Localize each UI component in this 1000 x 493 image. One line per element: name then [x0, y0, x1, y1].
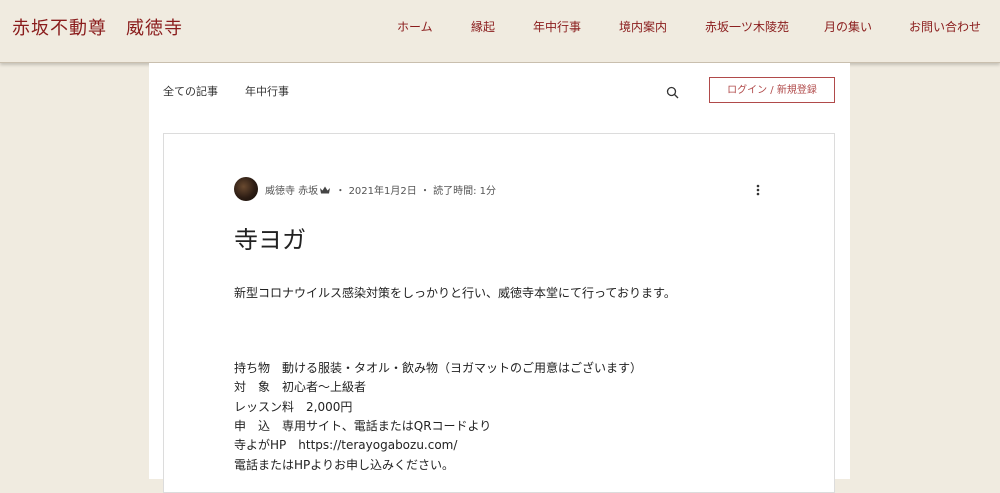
more-options-icon[interactable] — [752, 182, 764, 196]
nav-engi[interactable]: 縁起 — [471, 18, 495, 35]
post-meta: 威徳寺 赤坂 ・ 2021年1月2日 ・ 読了時間: 1分 — [265, 182, 496, 197]
main-nav: ホーム 縁起 年中行事 境内案内 赤坂一ツ木陵苑 月の集い お問い合わせ — [0, 18, 1000, 38]
read-time: 読了時間: 1分 — [433, 186, 497, 197]
meta-separator: ・ — [335, 186, 346, 197]
post-card: 威徳寺 赤坂 ・ 2021年1月2日 ・ 読了時間: 1分 寺ヨガ 新型コロナウ… — [163, 133, 835, 493]
detail-how-to-apply: 電話またはHPよりお申し込みください。 — [234, 458, 455, 472]
crown-icon — [320, 186, 331, 194]
author-avatar[interactable] — [234, 177, 258, 201]
detail-items: 持ち物 動ける服装・タオル・飲み物（ヨガマットのご用意はございます） — [234, 361, 643, 375]
meta-separator: ・ — [419, 186, 430, 197]
login-signup-button[interactable]: ログイン / 新規登録 — [709, 77, 835, 103]
post-date: 2021年1月2日 — [348, 186, 417, 197]
nav-annual-events[interactable]: 年中行事 — [533, 18, 581, 35]
detail-website: 寺よがHP https://terayogabozu.com/ — [234, 438, 458, 452]
tab-annual-events[interactable]: 年中行事 — [245, 83, 289, 99]
author-name[interactable]: 威徳寺 赤坂 — [265, 186, 318, 197]
tab-all-posts[interactable]: 全ての記事 — [163, 83, 218, 99]
search-icon[interactable] — [666, 85, 680, 99]
post-title: 寺ヨガ — [234, 226, 306, 254]
nav-grounds-guide[interactable]: 境内案内 — [619, 18, 667, 35]
nav-home[interactable]: ホーム — [397, 18, 433, 35]
detail-fee: レッスン料 2,000円 — [234, 400, 353, 414]
post-intro: 新型コロナウイルス感染対策をしっかりと行い、威徳寺本堂にて行っております。 — [234, 286, 676, 300]
nav-contact[interactable]: お問い合わせ — [909, 18, 981, 35]
blog-panel: 全ての記事 年中行事 ログイン / 新規登録 威徳寺 赤坂 ・ 2021年1月2… — [149, 63, 850, 493]
detail-application: 申 込 専用サイト、電話またはQRコードより — [234, 419, 492, 433]
site-header: 赤坂不動尊 威徳寺 ホーム 縁起 年中行事 境内案内 赤坂一ツ木陵苑 月の集い … — [0, 0, 1000, 63]
nav-monthly-gathering[interactable]: 月の集い — [824, 18, 872, 35]
detail-target: 対 象 初心者〜上級者 — [234, 380, 367, 394]
nav-cemetery[interactable]: 赤坂一ツ木陵苑 — [705, 18, 789, 35]
